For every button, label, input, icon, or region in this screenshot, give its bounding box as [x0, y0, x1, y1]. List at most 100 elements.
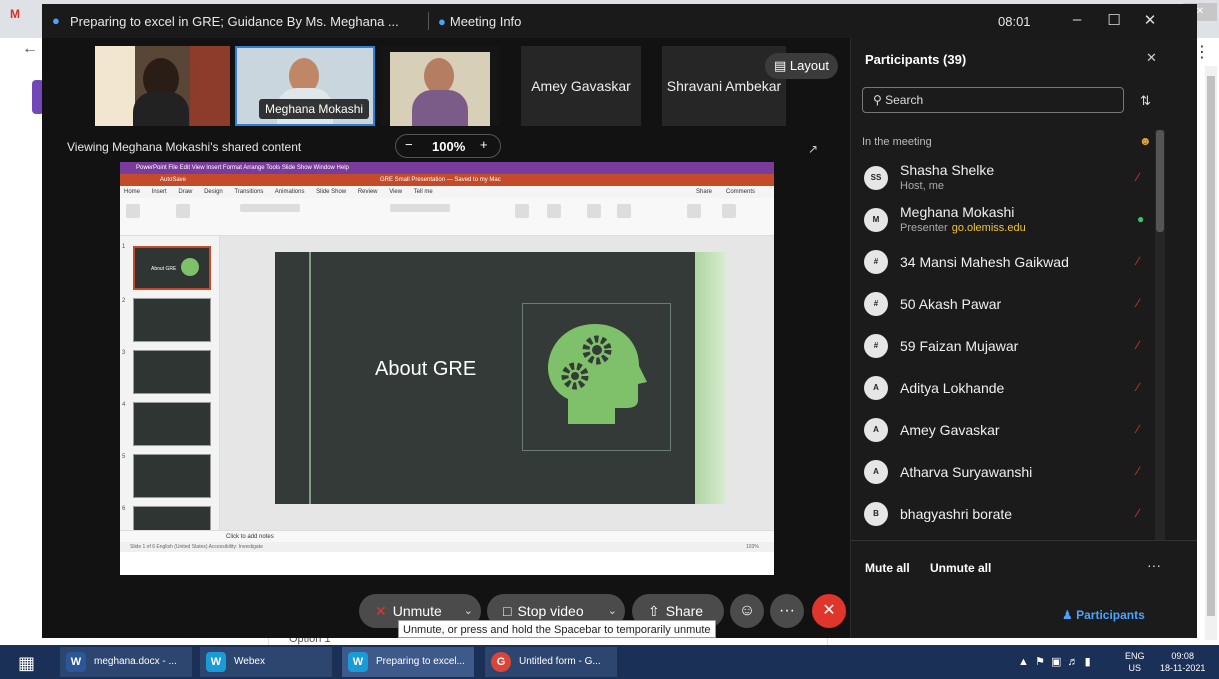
slide-thumbnail[interactable] [133, 298, 211, 342]
close-icon: ✕ [822, 602, 836, 619]
taskbar-item[interactable]: W Webex [200, 647, 332, 677]
participants-toggle-button[interactable]: ♟ Participants [1062, 608, 1145, 622]
ppt-status-bar: Slide 1 of 6 English (United States) Acc… [120, 542, 774, 552]
taskbar-item[interactable]: G Untitled form - G... [485, 647, 617, 677]
slide-title: About GRE [375, 358, 477, 380]
avatar: M [864, 208, 888, 232]
shared-screen: PowerPoint File Edit View Insert Format … [120, 162, 774, 575]
zoom-out-button[interactable]: − [405, 137, 413, 152]
slide-thumbnail[interactable] [133, 350, 211, 394]
mic-muted-icon[interactable]: ∕ [1137, 296, 1139, 310]
info-icon: ● [438, 14, 446, 29]
webex-window: ● Preparing to excel in GRE; Guidance By… [42, 4, 1197, 638]
ppt-body: 1 About GRE 2 3 4 5 6 About GRE [120, 236, 774, 550]
mic-muted-icon[interactable]: ∕ [1137, 506, 1139, 520]
slide-thumbnail[interactable]: About GRE [133, 246, 211, 290]
avatar: A [864, 418, 888, 442]
active-speaker-name: Meghana Mokashi [259, 99, 370, 119]
participant-role: Host, me [900, 180, 945, 192]
more-icon[interactable]: ··· [1147, 557, 1161, 573]
mute-all-button[interactable]: Mute all [865, 561, 910, 575]
participants-title: Participants (39) [865, 52, 967, 67]
mic-muted-icon[interactable]: ∕ [1137, 464, 1139, 478]
expand-icon[interactable]: ↗ [808, 142, 818, 156]
unmute-all-button[interactable]: Unmute all [930, 561, 991, 575]
avatar: A [864, 376, 888, 400]
system-tray-icons[interactable]: ▲ ⚑ ▣ ♬ ▮ [1018, 655, 1091, 668]
avatar: B [864, 502, 888, 526]
reactions-button[interactable]: ☺ [730, 594, 764, 628]
participant-role: Presenter go.olemiss.edu [900, 222, 1026, 234]
mic-muted-icon[interactable]: ∕ [1137, 338, 1139, 352]
chrome-icon: G [491, 652, 511, 672]
current-slide[interactable]: About GRE [275, 252, 725, 504]
ppt-titlebar: AutoSave GRE Small Presentation — Saved … [120, 174, 774, 186]
presenter-link[interactable]: go.olemiss.edu [952, 222, 1026, 234]
avatar: SS [864, 166, 888, 190]
windows-start-icon[interactable]: ▦ [18, 653, 35, 674]
participant-row[interactable]: #50 Akash Pawar ∕ [862, 284, 1152, 324]
head-gears-icon [522, 303, 671, 451]
webex-icon: W [348, 652, 368, 672]
participants-panel: Participants (39) ✕ ⚲ Search ⇅ In the me… [850, 38, 1197, 638]
participant-row[interactable]: #34 Mansi Mahesh Gaikwad ∕ [862, 242, 1152, 282]
participant-name: 34 Mansi Mahesh Gaikwad [900, 254, 1069, 270]
smiley-icon: ☺ [738, 602, 756, 619]
zoom-in-button[interactable]: + [480, 137, 488, 152]
back-arrow-icon[interactable]: ← [22, 40, 38, 58]
minimize-icon[interactable]: – [1062, 11, 1092, 28]
section-header: In the meeting [862, 136, 932, 148]
muted-mic-icon: ✕ [375, 603, 387, 619]
participant-row[interactable]: A Atharva Suryawanshi ∕ [862, 452, 1152, 492]
participant-row[interactable]: M Meghana Mokashi Presenter go.olemiss.edu ● [862, 200, 1152, 240]
video-thumbnail[interactable] [380, 46, 500, 126]
participant-search-input[interactable]: ⚲ Search [862, 87, 1124, 113]
zoom-control: − 100% + [395, 134, 501, 158]
close-window-icon[interactable]: ✕ [1135, 11, 1165, 29]
mic-on-icon[interactable]: ● [1137, 212, 1144, 226]
attendee-icon[interactable]: ☻ [1139, 134, 1152, 148]
participant-name: Meghana Mokashi [900, 204, 1015, 220]
participant-name: Amey Gavaskar [900, 422, 1000, 438]
taskbar-item-active[interactable]: W Preparing to excel... [342, 647, 474, 677]
maximize-icon[interactable]: ☐ [1099, 11, 1129, 29]
unmute-tooltip: Unmute, or press and hold the Spacebar t… [398, 620, 716, 638]
close-panel-icon[interactable]: ✕ [1146, 50, 1157, 66]
webex-icon: W [206, 652, 226, 672]
participants-scrollbar[interactable] [1155, 130, 1165, 540]
page-scrollbar[interactable] [1205, 66, 1217, 640]
title-bar: ● Preparing to excel in GRE; Guidance By… [42, 4, 1197, 38]
sort-icon[interactable]: ⇅ [1140, 93, 1151, 109]
mic-muted-icon[interactable]: ∕ [1137, 170, 1139, 184]
participant-row[interactable]: SS Shasha Shelke Host, me ∕ [862, 158, 1152, 198]
meeting-info-button[interactable]: ● Meeting Info [438, 14, 521, 29]
video-thumbnail[interactable] [95, 46, 230, 126]
avatar: # [864, 250, 888, 274]
participant-tile[interactable]: Amey Gavaskar [521, 46, 641, 126]
participant-row[interactable]: A Aditya Lokhande ∕ [862, 368, 1152, 408]
mic-muted-icon[interactable]: ∕ [1137, 380, 1139, 394]
viewing-label: Viewing Meghana Mokashi's shared content [67, 140, 302, 154]
leave-meeting-button[interactable]: ✕ [812, 594, 846, 628]
slide-thumbnail[interactable] [133, 402, 211, 446]
mic-muted-icon[interactable]: ∕ [1137, 254, 1139, 268]
ppt-ribbon-tabs: Home Insert Draw Design Transitions Anim… [120, 186, 774, 198]
taskbar-item[interactable]: W meghana.docx - ... [60, 647, 192, 677]
video-thumbnail-active[interactable]: Meghana Mokashi [235, 46, 375, 126]
participant-name: Aditya Lokhande [900, 380, 1005, 396]
mic-muted-icon[interactable]: ∕ [1137, 422, 1139, 436]
webex-logo-icon: ● [52, 13, 60, 28]
more-options-button[interactable]: ··· [770, 594, 804, 628]
participant-name: Shasha Shelke [900, 162, 995, 178]
gmail-icon[interactable]: M [10, 7, 20, 21]
system-clock[interactable]: 09:08 18-11-2021 [1160, 650, 1205, 674]
notes-field[interactable]: Click to add notes [120, 530, 774, 542]
language-indicator[interactable]: ENG US [1125, 650, 1145, 674]
participant-row[interactable]: #59 Faizan Mujawar ∕ [862, 326, 1152, 366]
layout-button[interactable]: ▤ Layout [765, 53, 838, 79]
participant-row[interactable]: A Amey Gavaskar ∕ [862, 410, 1152, 450]
meeting-title: Preparing to excel in GRE; Guidance By M… [70, 14, 399, 29]
more-icon: ··· [779, 602, 795, 619]
participant-row[interactable]: Bbhagyashri borate ∕ [862, 494, 1152, 534]
slide-thumbnail[interactable] [133, 454, 211, 498]
